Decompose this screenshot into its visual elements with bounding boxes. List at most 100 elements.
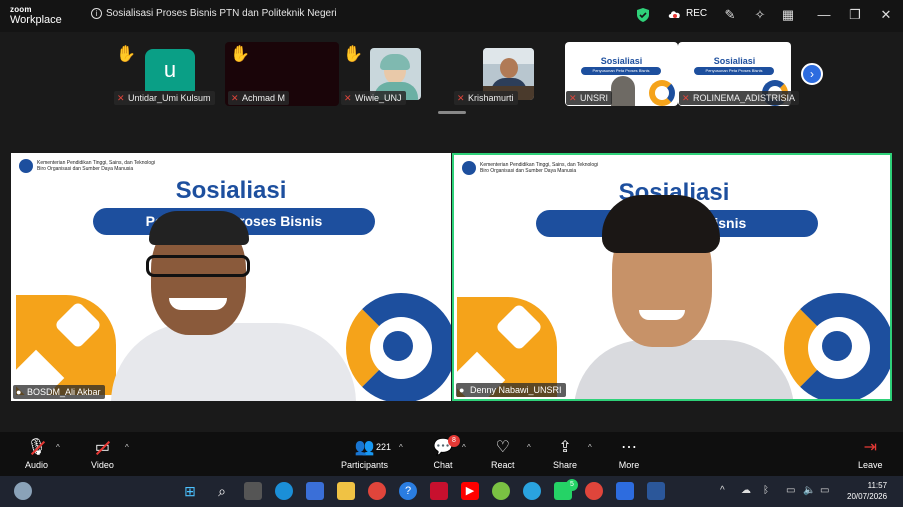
whatsapp-icon[interactable]: 5 (554, 479, 578, 500)
leave-icon: ⇥ (863, 439, 877, 456)
zoom-app-icon[interactable] (616, 482, 634, 500)
glasses (146, 255, 250, 277)
participant-name-tag: ✕ Untidar_Umi Kulsum (114, 91, 215, 105)
chat-bubble-icon: 💬 8 (432, 435, 460, 458)
strip-resize-handle[interactable] (438, 111, 466, 114)
raised-hand-icon: ✋ (116, 46, 136, 63)
onedrive-icon[interactable]: ☁ (741, 485, 751, 496)
mcafee-icon[interactable] (430, 482, 448, 500)
participant-smile (639, 310, 685, 320)
chat-caret-icon[interactable]: ^ (462, 443, 466, 452)
participant-name-tag: ● Denny Nabawi_UNSRI (456, 383, 566, 397)
share-screen-icon: ⇪ (558, 439, 572, 456)
windows-start-icon[interactable]: ⊞ (181, 482, 199, 500)
encryption-shield-icon[interactable] (637, 8, 649, 22)
video-button[interactable]: ▭ Video (91, 438, 114, 470)
more-button[interactable]: ⋯ More (618, 438, 640, 470)
audio-button[interactable]: 🎙 Audio (25, 438, 48, 470)
mic-off-icon: ✕ (117, 93, 125, 103)
help-icon[interactable]: ? (399, 482, 417, 500)
system-clock[interactable]: 11:57 20/07/2026 (847, 480, 887, 502)
avatar[interactable]: u (145, 49, 195, 91)
task-view-icon[interactable] (244, 482, 262, 500)
participants-caret-icon[interactable]: ^ (399, 443, 403, 452)
close-icon[interactable]: ✕ (878, 7, 894, 23)
minimize-icon[interactable]: — (816, 7, 832, 23)
bluetooth-icon[interactable]: ᛒ (763, 485, 769, 496)
ai-sparkle-icon[interactable]: ✧ (752, 7, 768, 23)
mic-off-icon: ✕ (569, 93, 577, 103)
share-button[interactable]: ⇪ Share (553, 438, 577, 470)
participant-count: 221 (376, 442, 392, 452)
participant-name: Wiwie_UNJ (355, 93, 402, 103)
react-button[interactable]: ♡ React (491, 438, 515, 470)
slide-header: Kementerian Pendidikan Tinggi, Sains, da… (462, 161, 598, 175)
participant-name: Krishamurti (468, 93, 514, 103)
tray-overflow-icon[interactable]: ^ (720, 485, 725, 496)
slide-title: Sosialiasi (600, 56, 643, 66)
slide-title: Sosialiasi (713, 56, 756, 66)
logo-line-2: Workplace (10, 14, 62, 26)
more-label: More (618, 460, 640, 470)
rec-label: REC (686, 8, 708, 19)
chrome-profile-icon[interactable] (585, 482, 603, 500)
microphone-muted-icon: 🎙 (26, 438, 48, 458)
participant-body (574, 340, 794, 399)
display-icon[interactable]: ▭ (786, 485, 795, 496)
participant-name-tag: ● BOSDM_Ali Akbar (13, 385, 105, 399)
volume-icon[interactable]: 🔈 (803, 485, 815, 496)
audio-options-caret-icon[interactable]: ^ (56, 443, 60, 452)
share-caret-icon[interactable]: ^ (588, 443, 592, 452)
participant-name-tag: ✕ Achmad M (228, 91, 290, 105)
recording-indicator[interactable]: REC (668, 8, 707, 19)
file-explorer-icon[interactable] (337, 482, 355, 500)
speaker-tile[interactable]: Kementerian Pendidikan Tinggi, Sains, da… (11, 153, 451, 401)
participant-hair (149, 211, 249, 245)
mic-off-icon: ✕ (457, 93, 465, 103)
chrome-icon[interactable] (368, 482, 386, 500)
participant-hair (602, 195, 720, 253)
store-icon[interactable] (306, 482, 324, 500)
react-caret-icon[interactable]: ^ (527, 443, 531, 452)
annotate-pen-icon[interactable]: ✎ (722, 7, 738, 23)
participant-name-tag: ✕ UNSRI (566, 91, 613, 105)
video-options-caret-icon[interactable]: ^ (125, 443, 129, 452)
next-page-arrow-icon[interactable]: › (801, 63, 823, 85)
participant-name: Achmad M (242, 93, 286, 103)
cloud-app-icon[interactable] (492, 482, 510, 500)
participants-icon: 👥 (354, 439, 375, 456)
participant-name: BOSDM_Ali Akbar (27, 387, 101, 397)
restore-icon[interactable]: ❐ (847, 7, 863, 23)
meeting-info[interactable]: i Sosialisasi Proses Bisnis PTN dan Poli… (91, 8, 337, 19)
leave-button[interactable]: ⇥ Leave (858, 438, 883, 470)
participant-name-tag: ✕ Wiwie_UNJ (341, 91, 406, 105)
youtube-icon[interactable]: ▶ (461, 482, 479, 500)
word-icon[interactable] (647, 482, 665, 500)
active-speaker-tile[interactable]: Kementerian Pendidikan Tinggi, Sains, da… (452, 153, 892, 401)
search-icon[interactable]: ⌕ (213, 482, 231, 500)
mic-on-icon: ● (16, 387, 22, 397)
slide-deco-shape (383, 331, 413, 361)
chat-unread-badge: 8 (448, 435, 460, 447)
participant-name: Untidar_Umi Kulsum (128, 93, 211, 103)
slide-subtitle: Penyusunan Peta Proses Bisnis (694, 67, 774, 75)
chat-button[interactable]: 💬 8 Chat (432, 435, 460, 470)
camera-off-icon: ▭ (91, 438, 113, 458)
mic-off-icon: ✕ (231, 93, 239, 103)
raised-hand-icon: ✋ (230, 46, 250, 63)
edge-browser-icon[interactable] (275, 482, 293, 500)
ministry-logo (19, 159, 33, 173)
mic-off-icon: ✕ (682, 93, 690, 103)
info-icon[interactable]: i (91, 8, 102, 19)
gallery-view-icon[interactable]: ▦ (780, 7, 796, 23)
clock-date: 20/07/2026 (847, 492, 888, 501)
battery-icon[interactable]: ▭ (820, 485, 829, 496)
participant-name-tag: ✕ Krishamurti (454, 91, 518, 105)
slide-subtitle: Penyusunan Peta Proses Bisnis (581, 67, 661, 75)
participants-label: Participants (341, 460, 389, 470)
participant-name: UNSRI (580, 93, 609, 103)
ministry-logo (462, 161, 476, 175)
weather-widget-icon[interactable] (14, 482, 32, 500)
telegram-icon[interactable] (523, 482, 541, 500)
cloud-record-icon (668, 10, 680, 18)
